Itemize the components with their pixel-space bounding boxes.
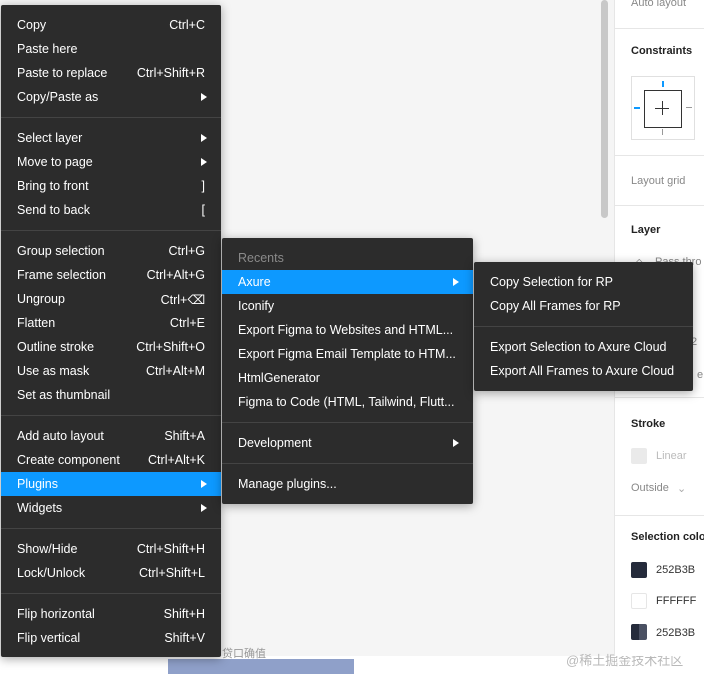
divider [615,397,704,398]
constraint-left[interactable] [634,107,640,109]
color-hex[interactable]: FFFFFF [656,595,696,607]
submenu-arrow-icon [201,134,207,142]
menu-separator [1,415,221,416]
divider [615,28,704,29]
menu-separator [1,230,221,231]
plugin-item-iconify[interactable]: Iconify [222,294,473,318]
axure-item-copy-selection[interactable]: Copy Selection for RP [474,270,693,294]
constraint-frame [644,90,682,128]
recents-header: Recents [238,251,284,265]
plugins-submenu: Recents Axure Iconify Export Figma to We… [222,238,473,504]
layout-grid-label[interactable]: Layout grid [631,175,685,187]
menu-item-ungroup[interactable]: Ungroup Ctrl+⌫ [1,287,221,311]
menu-item-show-hide[interactable]: Show/Hide Ctrl+Shift+H [1,537,221,561]
menu-item-outline-stroke[interactable]: Outline stroke Ctrl+Shift+O [1,335,221,359]
constraints-widget[interactable] [631,76,695,140]
stroke-swatch[interactable] [631,448,647,464]
menu-item-paste-to-replace[interactable]: Paste to replace Ctrl+Shift+R [1,61,221,85]
submenu-arrow-icon [201,480,207,488]
menu-item-use-as-mask[interactable]: Use as mask Ctrl+Alt+M [1,359,221,383]
divider [615,515,704,516]
menu-separator [222,422,473,423]
layer-heading: Layer [631,224,661,236]
divider [615,205,704,206]
selected-frame-edge [168,659,354,674]
canvas-scrollbar[interactable] [601,0,608,218]
menu-item-move-to-page[interactable]: Move to page [1,150,221,174]
menu-item-flatten[interactable]: Flatten Ctrl+E [1,311,221,335]
partial-value: e [697,369,704,381]
menu-separator [1,117,221,118]
menu-item-add-auto-layout[interactable]: Add auto layout Shift+A [1,424,221,448]
axure-item-copy-all-frames[interactable]: Copy All Frames for RP [474,294,693,318]
color-swatch[interactable] [631,624,647,640]
color-hex[interactable]: 252B3B [656,627,695,639]
menu-separator [1,593,221,594]
constraints-heading: Constraints [631,45,693,57]
constraint-bottom[interactable] [662,129,663,135]
constraint-right[interactable] [686,107,692,108]
menu-item-lock-unlock[interactable]: Lock/Unlock Ctrl+Shift+L [1,561,221,585]
menu-separator [1,528,221,529]
submenu-arrow-icon [201,504,207,512]
auto-layout-label[interactable]: Auto layout [631,0,686,9]
menu-item-frame-selection[interactable]: Frame selection Ctrl+Alt+G [1,263,221,287]
plugin-item-export-websites[interactable]: Export Figma to Websites and HTML... [222,318,473,342]
color-swatch[interactable] [631,562,647,578]
submenu-arrow-icon [201,93,207,101]
canvas-bottom-text: 贷口确值 [222,648,266,660]
plugin-item-htmlgenerator[interactable]: HtmlGenerator [222,366,473,390]
context-menu: Copy Ctrl+C Paste here Paste to replace Ct… [1,5,221,657]
plugin-item-manage-plugins[interactable]: Manage plugins... [222,472,473,496]
menu-item-group-selection[interactable]: Group selection Ctrl+G [1,239,221,263]
stroke-heading: Stroke [631,418,666,430]
menu-item-copy-paste-as[interactable]: Copy/Paste as [1,85,221,109]
menu-separator [474,326,693,327]
menu-item-send-to-back[interactable]: Send to back[ [1,198,221,222]
menu-item-create-component[interactable]: Create component Ctrl+Alt+K [1,448,221,472]
menu-item-widgets[interactable]: Widgets [1,496,221,520]
axure-item-export-selection[interactable]: Export Selection to Axure Cloud [474,335,693,359]
axure-submenu: Copy Selection for RP Copy All Frames fo… [474,262,693,391]
plugin-item-figma-to-code[interactable]: Figma to Code (HTML, Tailwind, Flutt... [222,390,473,414]
chevron-down-icon[interactable]: ⌄ [677,482,686,495]
stroke-position[interactable]: Outside [631,482,669,494]
plugin-item-export-email[interactable]: Export Figma Email Template to HTM... [222,342,473,366]
menu-item-paste-here[interactable]: Paste here [1,37,221,61]
submenu-arrow-icon [453,278,459,286]
stroke-type[interactable]: Linear [656,450,687,462]
menu-separator [222,463,473,464]
menu-item-flip-horizontal[interactable]: Flip horizontal Shift+H [1,602,221,626]
menu-item-plugins[interactable]: Plugins [1,472,221,496]
menu-item-set-as-thumbnail[interactable]: Set as thumbnail [1,383,221,407]
plugin-item-axure[interactable]: Axure [222,270,473,294]
submenu-arrow-icon [201,158,207,166]
axure-item-export-all-frames[interactable]: Export All Frames to Axure Cloud [474,359,693,383]
menu-item-flip-vertical[interactable]: Flip vertical Shift+V [1,626,221,650]
submenu-arrow-icon [453,439,459,447]
selection-colors-heading: Selection colo [631,531,704,543]
plugin-item-development[interactable]: Development [222,431,473,455]
color-hex[interactable]: 252B3B [656,564,695,576]
divider [615,155,704,156]
menu-item-bring-to-front[interactable]: Bring to front] [1,174,221,198]
color-swatch[interactable] [631,593,647,609]
menu-item-copy[interactable]: Copy Ctrl+C [1,13,221,37]
constraint-top[interactable] [662,81,664,87]
menu-item-select-layer[interactable]: Select layer [1,126,221,150]
